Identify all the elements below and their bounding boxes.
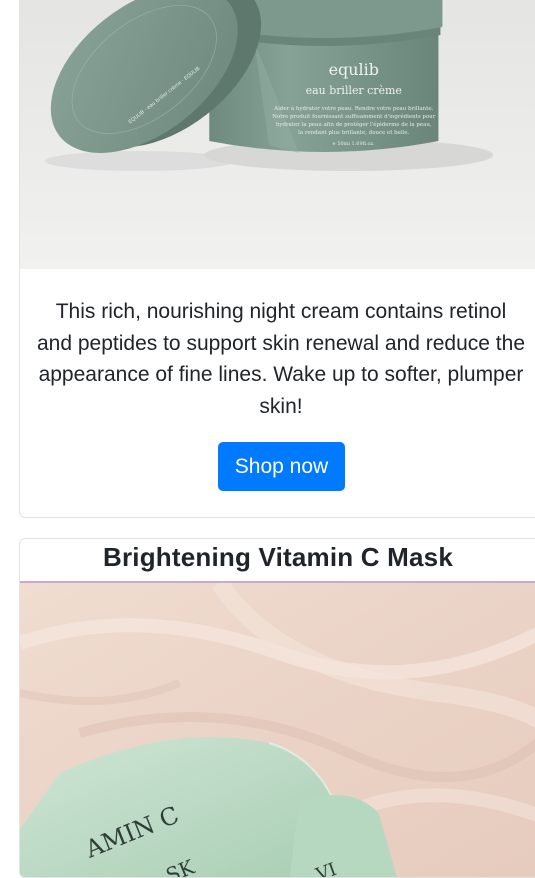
jar-label-line: Notre produit fournissant suffisamment d… bbox=[272, 113, 436, 120]
night-cream-product-image: equlib eau briller crème Aider à hydrate… bbox=[20, 0, 535, 269]
vitamin-c-mask-product-image: AMIN C SK VI bbox=[20, 583, 535, 877]
jar-label-line: la rendant plus brillante, douce et bell… bbox=[298, 130, 410, 136]
shop-now-button[interactable]: Shop now bbox=[218, 442, 345, 491]
product-card-vitamin-c-mask: Brightening Vitamin C Mask AMIN C SK VI bbox=[19, 538, 535, 878]
product-title: Brightening Vitamin C Mask bbox=[103, 542, 453, 572]
jar-product-text: eau briller crème bbox=[306, 84, 402, 97]
jar-label-line: Aider à hydrater votre peau. Rendre votr… bbox=[273, 105, 433, 112]
jar-brand-text: equlib bbox=[329, 60, 379, 79]
product-description: This rich, nourishing night cream contai… bbox=[37, 300, 525, 418]
jar-label-line: hydrater la peau afin de protéger l'épid… bbox=[276, 121, 432, 128]
product-card-night-cream: equlib eau briller crème Aider à hydrate… bbox=[19, 0, 535, 518]
jar-label-line: ℮ 50ml 1.69fl.oz. bbox=[333, 141, 375, 147]
